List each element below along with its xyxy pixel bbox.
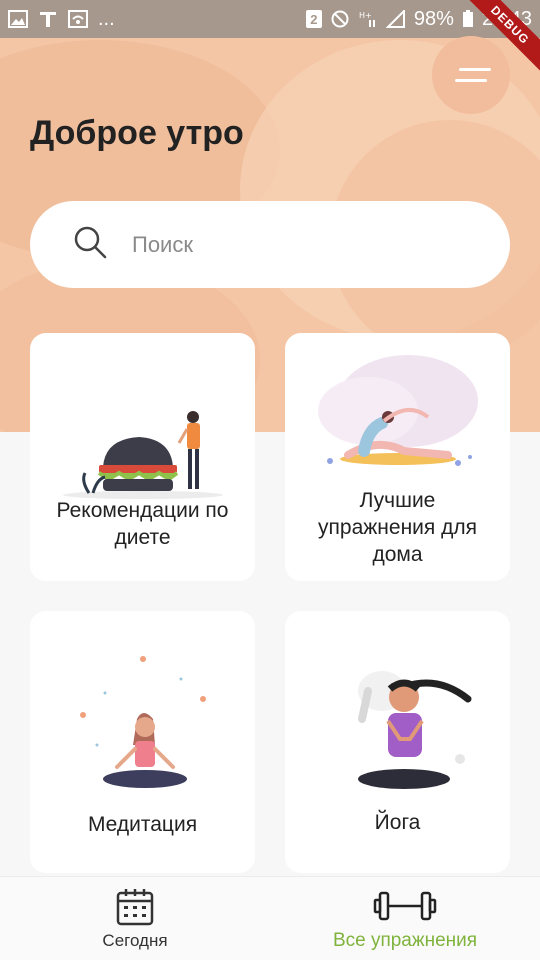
menu-button[interactable] [432,36,510,114]
dumbbell-icon [373,891,437,920]
battery-percent: 98% [413,7,454,30]
wifi-notification-icon [68,10,88,28]
yoga-illustration [357,671,471,789]
nav-label-today: Сегодня [102,930,168,950]
greeting-title: Доброе утро [30,114,244,152]
home-stretching-illustration [317,355,478,466]
card-label: Рекомендации по диете [56,499,229,549]
svg-text:H+: H+ [359,11,372,20]
sim-icon: 2 [305,10,322,28]
signal-icon [385,10,406,28]
card-label: Лучшие упражнения для дома [318,489,477,566]
text-notification-icon [38,10,58,28]
bottom-navigation: Сегодня Все упражнения [0,876,540,960]
do-not-disturb-icon [330,10,350,28]
card-diet-recommendations[interactable]: Рекомендации по диете [30,333,255,581]
card-label: Медитация [87,813,198,836]
card-label: Йога [374,811,421,834]
card-meditation[interactable]: Медитация [30,611,255,873]
network-type-icon: H+ [358,10,378,28]
search-bar[interactable] [30,201,510,288]
search-input[interactable] [132,231,432,258]
gallery-notification-icon [8,10,28,28]
card-home-exercises[interactable]: Лучшие упражнения для дома [285,333,510,581]
nav-item-today[interactable]: Сегодня [0,877,270,960]
battery-icon [462,10,474,28]
nav-item-all-exercises[interactable]: Все упражнения [270,877,540,960]
meditation-illustration [79,656,206,788]
more-notifications-text: ... [98,7,115,30]
hamburger-menu-icon [459,68,491,71]
burger-diet-illustration [62,411,223,499]
status-bar: ... 2 H+ 98% 21:43 DEBUG [0,0,540,76]
search-icon [72,224,108,265]
calendar-icon [116,888,154,925]
card-yoga[interactable]: Йога [285,611,510,873]
nav-label-all-exercises: Все упражнения [332,929,478,951]
